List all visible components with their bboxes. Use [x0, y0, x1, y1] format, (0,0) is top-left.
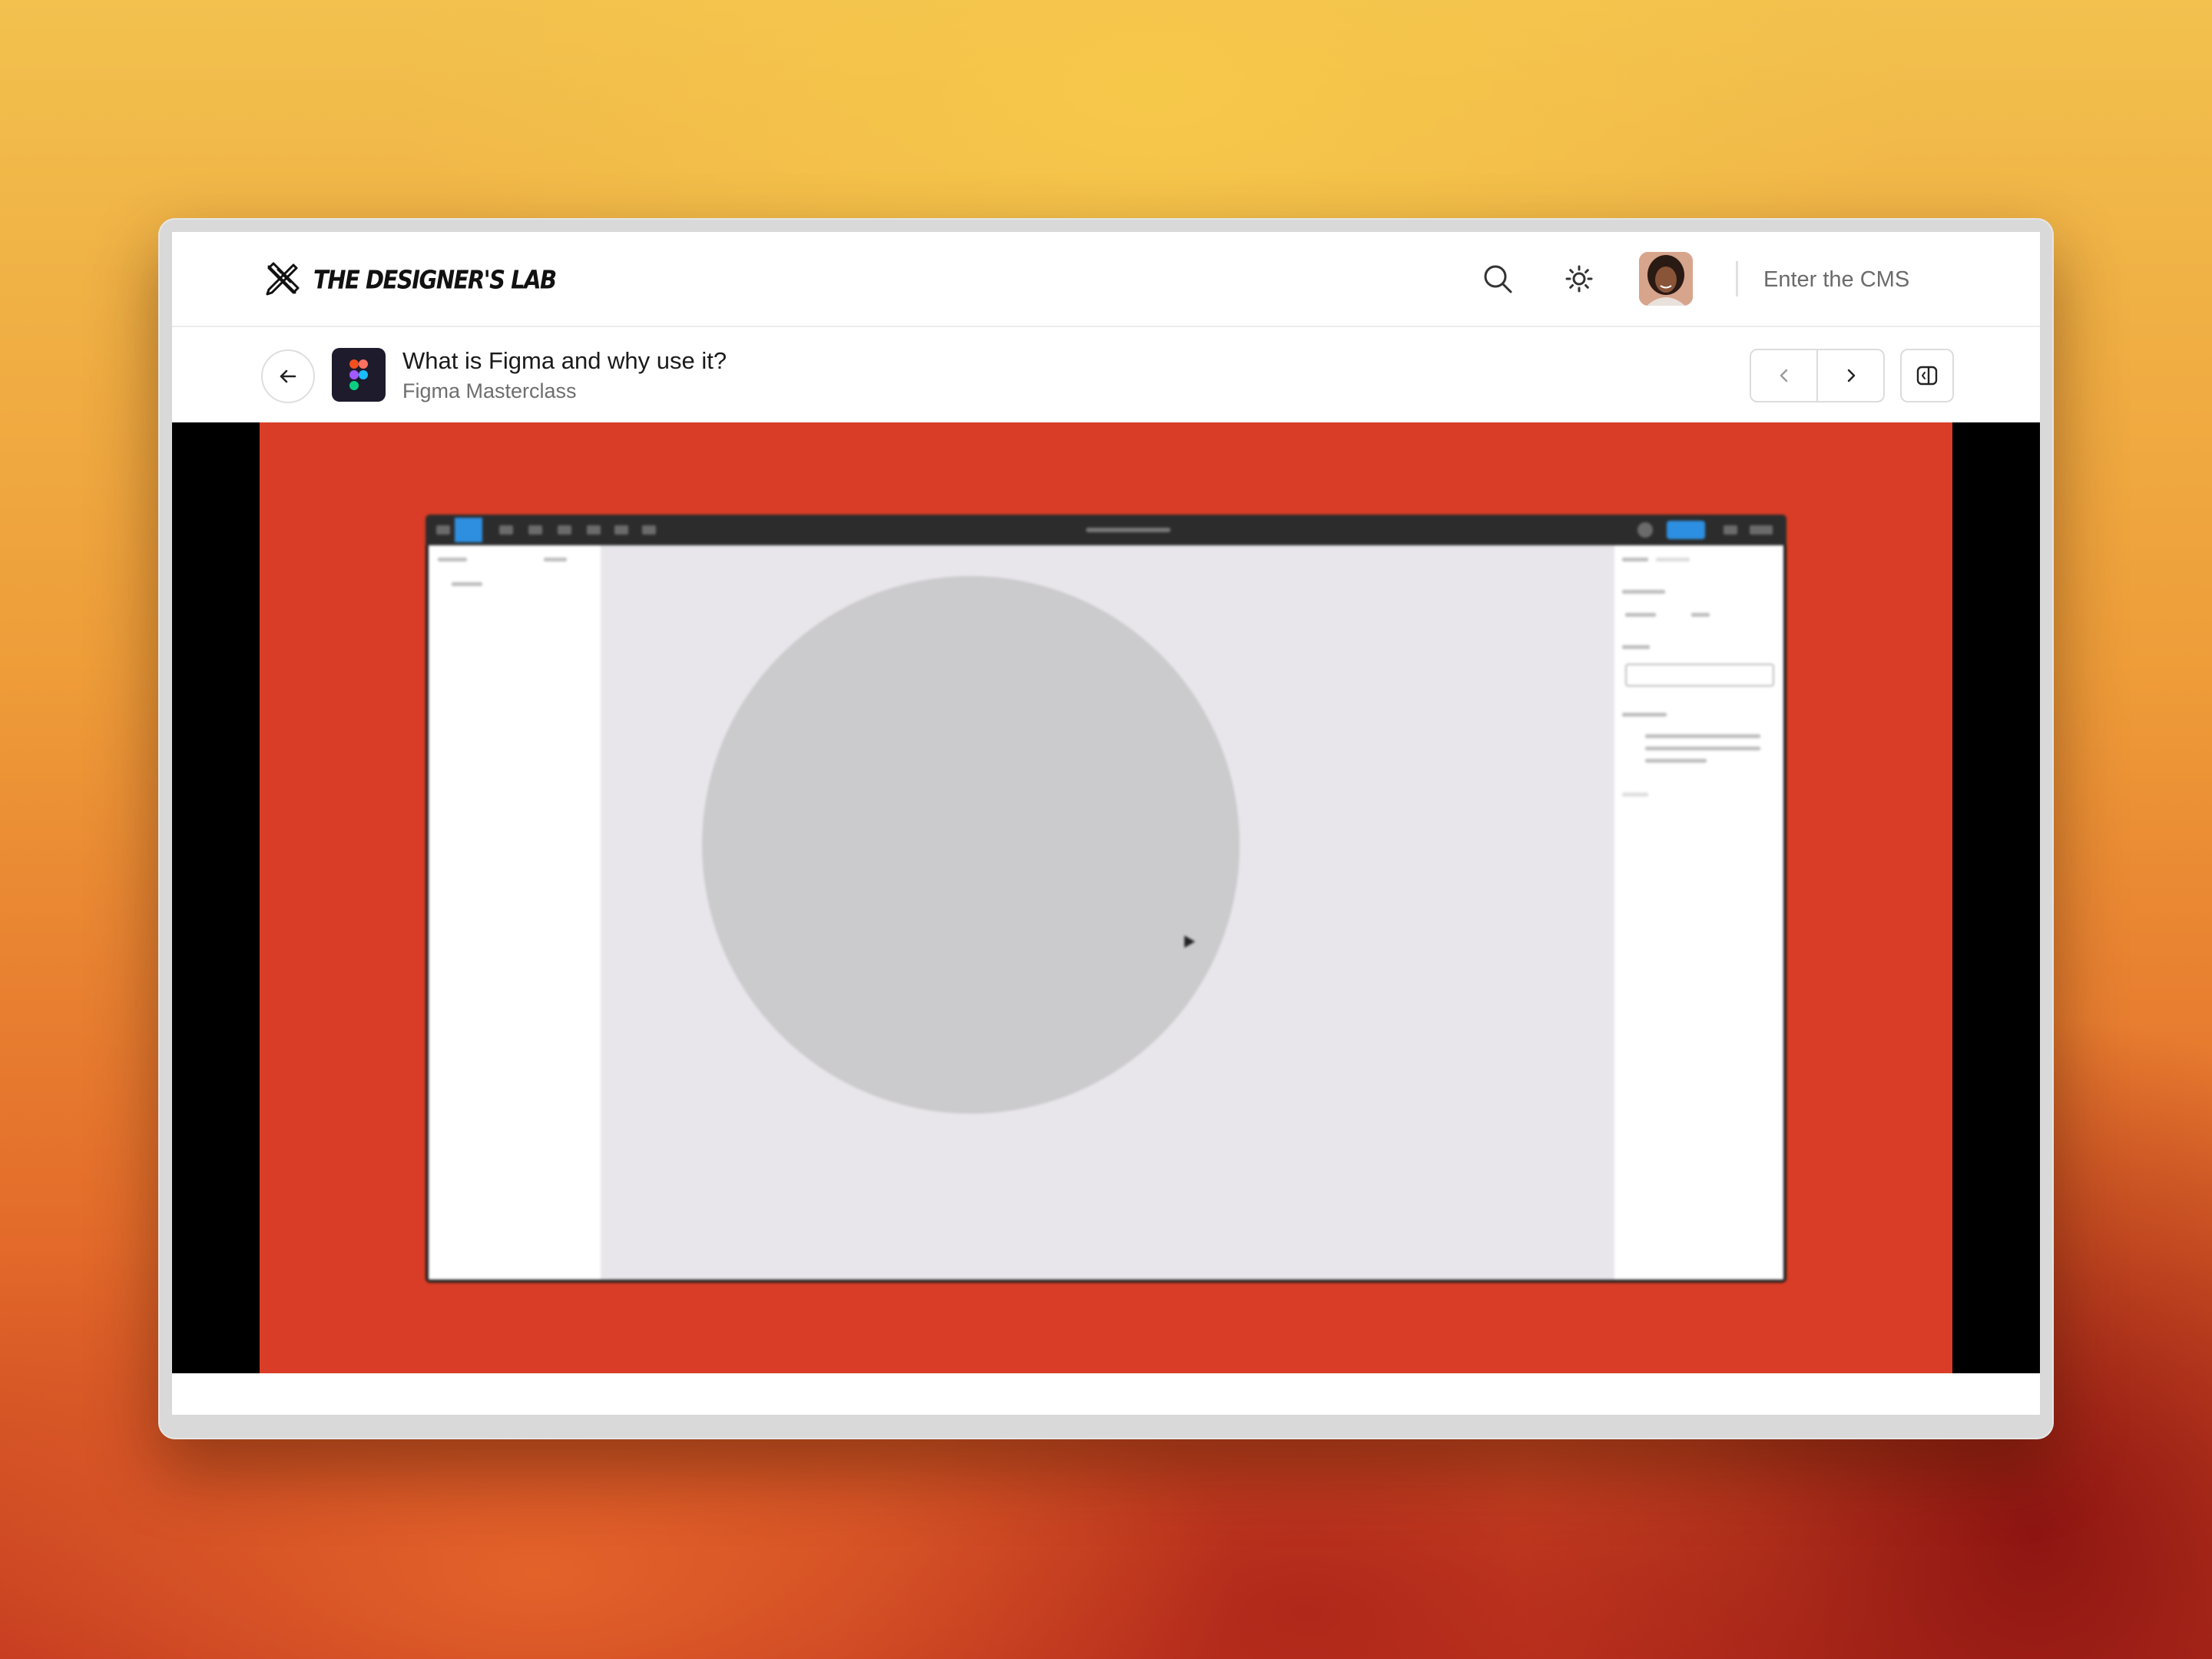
toolbar-play-icon [1724, 525, 1737, 535]
browser-window: The Designer's Lab [158, 218, 2054, 1439]
background-value [1625, 613, 1656, 617]
figma-canvas [601, 545, 1614, 1280]
back-button[interactable] [261, 349, 315, 403]
lesson-header: What is Figma and why use it? Figma Mast… [172, 327, 2040, 422]
toolbar-move-tool [455, 518, 482, 542]
arrow-left-icon [280, 369, 296, 383]
theme-toggle-button[interactable] [1559, 259, 1599, 299]
figma-layers-panel [429, 545, 601, 1280]
video-player[interactable] [172, 422, 2040, 1373]
user-avatar[interactable] [1639, 252, 1693, 306]
styles-hint-line [1645, 734, 1760, 738]
prototype-tab [1656, 558, 1690, 561]
search-icon [1484, 265, 1512, 293]
lesson-pager [1750, 349, 1885, 402]
chevron-left-icon [1780, 369, 1787, 382]
page-footer [172, 1373, 2040, 1415]
local-styles-label [1622, 713, 1667, 717]
brand-logo[interactable]: The Designer's Lab [263, 260, 557, 300]
figma-logo-icon [349, 359, 368, 390]
avatar-image [1639, 252, 1693, 306]
export-section-label [1622, 793, 1648, 796]
figma-design-panel [1614, 545, 1783, 1280]
styles-hint-line [1645, 759, 1707, 763]
pencil-ruler-icon [266, 262, 300, 296]
toolbar-zoom-icon [1750, 525, 1773, 535]
export-label [1622, 645, 1650, 649]
sun-icon [1565, 265, 1593, 293]
toolbar-frame-icon [499, 525, 513, 535]
background-opacity [1691, 613, 1710, 617]
app-screen: The Designer's Lab [172, 232, 2040, 1415]
toolbar-avatar-icon [1637, 522, 1653, 538]
sidebar-toggle-icon [1916, 366, 1938, 386]
course-thumbnail [332, 348, 386, 402]
search-button[interactable] [1478, 259, 1518, 299]
course-name[interactable]: Figma Masterclass [402, 379, 577, 403]
toolbar-text-icon [587, 525, 601, 535]
page-selector [544, 558, 567, 561]
canvas-circle-shape [702, 576, 1240, 1114]
design-tab [1622, 558, 1648, 561]
export-box [1625, 664, 1774, 687]
toolbar-file-name [1086, 528, 1171, 532]
toolbar-menu-icon [436, 525, 450, 535]
enter-cms-link[interactable]: Enter the CMS [1763, 263, 1909, 296]
video-frame [260, 422, 1952, 1373]
brand-name: The Designer's Lab [313, 264, 557, 295]
figma-toolbar [426, 515, 1786, 545]
next-lesson-button[interactable] [1816, 350, 1883, 401]
chevron-right-icon [1847, 369, 1855, 382]
toolbar-hand-icon [614, 525, 628, 535]
layer-item [452, 582, 482, 586]
background-label [1622, 590, 1665, 594]
mouse-cursor-icon [1184, 935, 1195, 948]
header-divider [1736, 261, 1738, 296]
figma-editor-screenshot [426, 515, 1786, 1283]
toolbar-share-button [1667, 521, 1705, 539]
lesson-title: What is Figma and why use it? [402, 347, 727, 374]
top-navigation-bar: The Designer's Lab [172, 232, 2040, 327]
toggle-sidebar-button[interactable] [1900, 349, 1954, 402]
layers-tab [438, 558, 467, 561]
toolbar-comment-icon [642, 525, 656, 535]
styles-hint-line [1645, 747, 1760, 750]
toolbar-pen-icon [558, 525, 571, 535]
previous-lesson-button[interactable] [1751, 350, 1816, 401]
toolbar-shape-icon [528, 525, 542, 535]
